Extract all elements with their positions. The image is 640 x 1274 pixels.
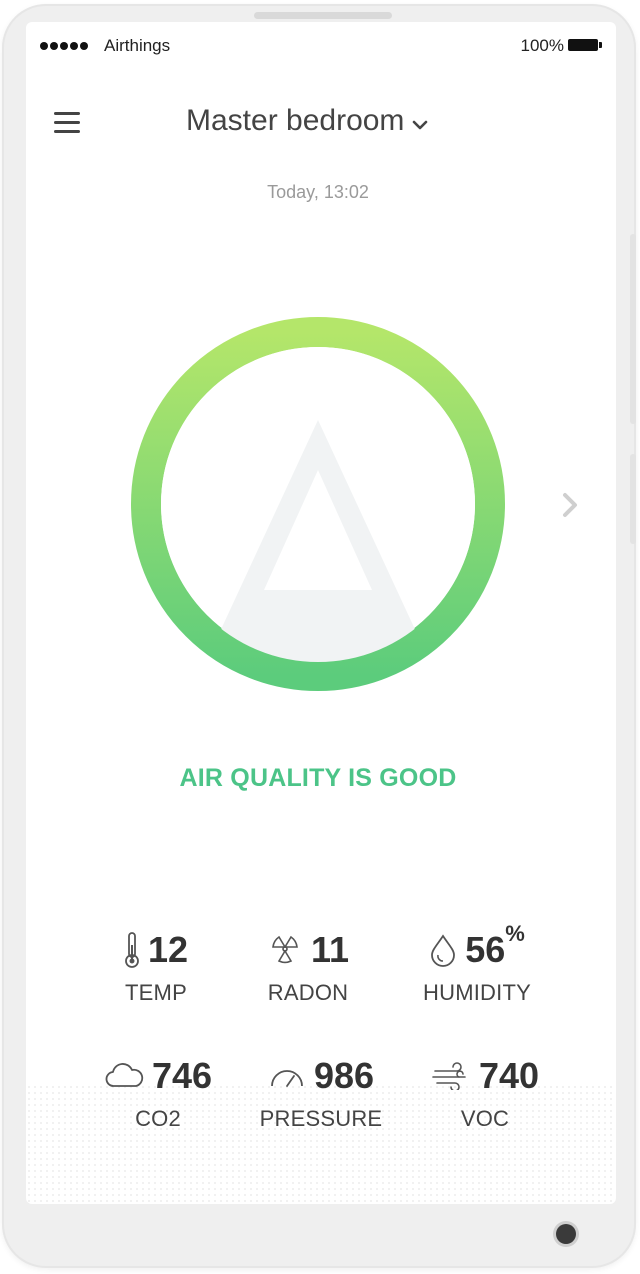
- hamburger-menu-icon[interactable]: [54, 112, 80, 134]
- battery-percentage: 100%: [520, 36, 564, 55]
- metric-value: 12: [147, 929, 189, 970]
- metric-label: PRESSURE: [259, 1106, 383, 1131]
- metric-value: 740: [478, 1055, 540, 1096]
- room-selector-dropdown[interactable]: Master bedroom: [186, 104, 456, 144]
- thermometer-icon: [124, 931, 140, 969]
- metric-label: TEMP: [125, 980, 187, 1005]
- phone-side-button: [630, 454, 636, 544]
- phone-side-button: [630, 234, 636, 424]
- chevron-right-icon[interactable]: [560, 490, 580, 520]
- cloud-icon: [104, 1062, 144, 1090]
- metric-temp[interactable]: 12 TEMP: [86, 928, 226, 1006]
- room-name: Master bedroom: [186, 104, 405, 137]
- wind-icon: [431, 1062, 471, 1090]
- metric-value: 56: [465, 929, 506, 970]
- metric-voc[interactable]: 740 VOC: [410, 1054, 560, 1132]
- phone-speaker: [254, 12, 392, 19]
- metric-co2[interactable]: 746 CO2: [78, 1054, 238, 1132]
- air-quality-ring: [126, 312, 510, 696]
- metric-unit: %: [505, 921, 525, 946]
- gauge-icon: [268, 1062, 306, 1090]
- last-updated-timestamp: Today, 13:02: [267, 182, 369, 202]
- radon-icon: [267, 933, 303, 967]
- humidity-drop-icon: [429, 933, 457, 967]
- metric-label: HUMIDITY: [423, 980, 531, 1005]
- metric-value: 986: [313, 1055, 375, 1096]
- signal-strength-icon: [40, 42, 88, 50]
- metric-radon[interactable]: 11 RADON: [238, 928, 378, 1006]
- status-bar: Airthings 100%: [40, 36, 602, 56]
- carrier-name: Airthings: [104, 36, 171, 55]
- app-screen: Airthings 100% Master bedroom Today, 13:…: [26, 22, 616, 1204]
- metric-label: CO2: [135, 1106, 181, 1131]
- chevron-down-icon: [412, 105, 428, 139]
- metric-pressure[interactable]: 986 PRESSURE: [246, 1054, 396, 1132]
- metric-humidity[interactable]: 56% HUMIDITY: [402, 921, 552, 1006]
- metric-label: RADON: [267, 980, 349, 1005]
- metric-value: 746: [151, 1055, 213, 1096]
- front-camera: [556, 1224, 576, 1244]
- battery-icon: [568, 39, 602, 51]
- air-quality-status: AIR QUALITY IS GOOD: [179, 764, 457, 792]
- metric-value: 11: [310, 929, 350, 970]
- phone-frame: Airthings 100% Master bedroom Today, 13:…: [2, 4, 636, 1268]
- metric-label: VOC: [460, 1106, 510, 1131]
